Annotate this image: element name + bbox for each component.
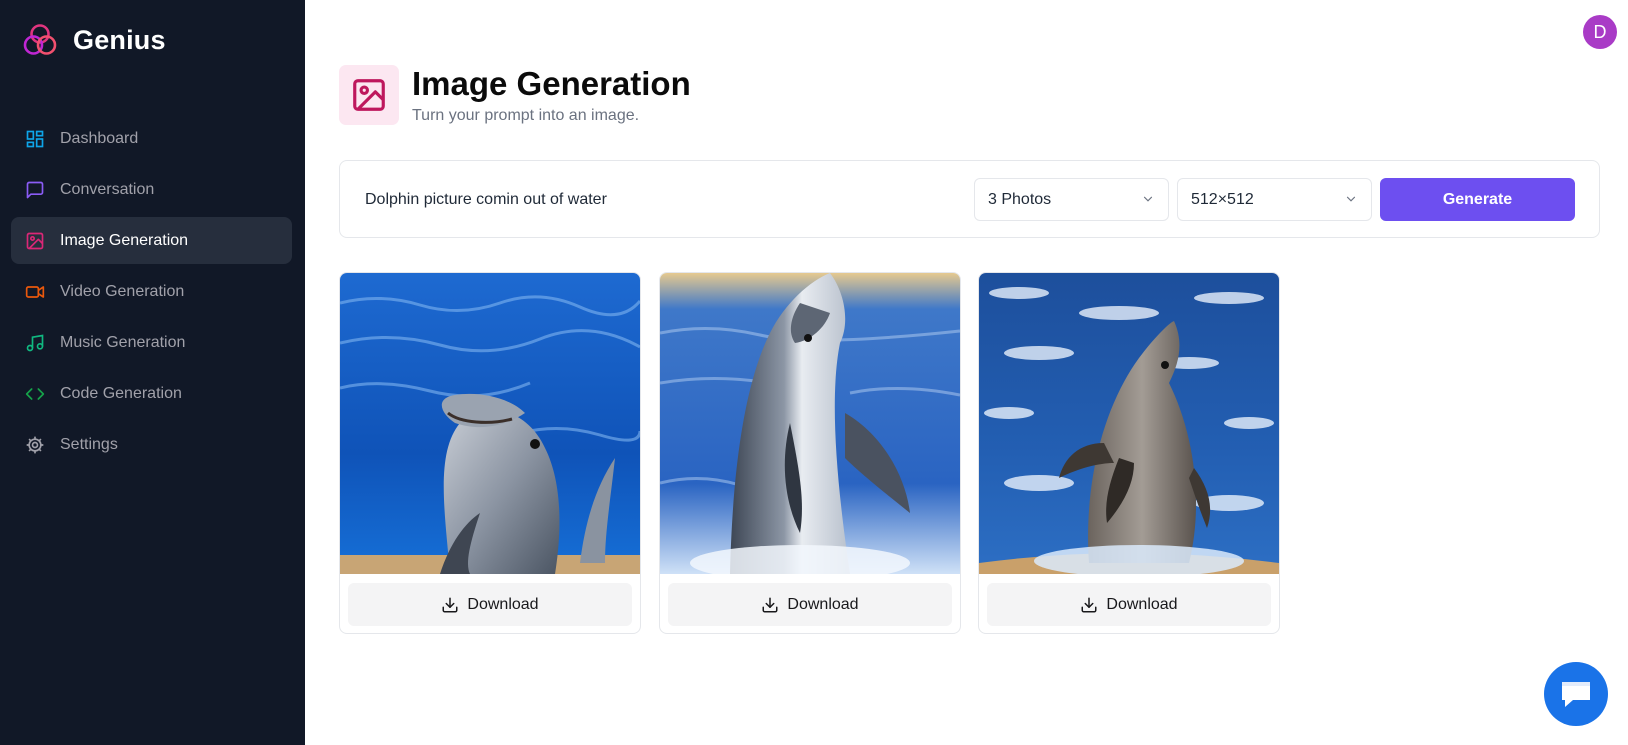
generated-image	[979, 273, 1279, 574]
page-title: Image Generation	[412, 65, 691, 102]
page-heading: Image Generation Turn your prompt into a…	[339, 65, 691, 125]
sidebar: Genius Dashboard Conversation Image Gene…	[0, 0, 305, 745]
support-chat-button[interactable]	[1544, 662, 1608, 726]
page-subtitle: Turn your prompt into an image.	[412, 107, 640, 124]
resolution-select-value: 512×512	[1191, 190, 1254, 208]
download-icon	[1081, 597, 1097, 612]
download-icon	[442, 597, 458, 612]
image-card: Download	[978, 272, 1280, 634]
sidebar-item-label: Conversation	[60, 180, 155, 198]
sidebar-item-label: Code Generation	[60, 384, 182, 402]
sidebar-item-video-generation[interactable]: Video Generation	[11, 268, 292, 315]
sidebar-item-label: Image Generation	[60, 231, 189, 249]
genius-logo-icon	[23, 24, 57, 55]
image-card: Download	[339, 272, 641, 634]
sidebar-item-settings[interactable]: Settings	[11, 421, 292, 468]
download-button[interactable]: Download	[668, 583, 952, 626]
gear-icon	[24, 434, 46, 456]
download-label: Download	[467, 595, 539, 613]
sidebar-item-label: Music Generation	[60, 333, 186, 351]
music-icon	[24, 332, 46, 354]
video-icon	[24, 281, 46, 303]
amount-select[interactable]: 3 Photos	[974, 178, 1169, 221]
generated-image	[340, 273, 640, 574]
message-square-icon	[24, 179, 46, 201]
amount-select-value: 3 Photos	[988, 190, 1052, 208]
brand[interactable]: Genius	[22, 22, 166, 58]
resolution-select[interactable]: 512×512	[1177, 178, 1372, 221]
sidebar-item-music-generation[interactable]: Music Generation	[11, 319, 292, 366]
download-button[interactable]: Download	[348, 583, 632, 626]
chevron-down-icon	[1143, 196, 1153, 202]
image-card: Download	[659, 272, 961, 634]
chevron-down-icon	[1346, 196, 1356, 202]
image-icon	[24, 230, 46, 252]
sidebar-item-dashboard[interactable]: Dashboard	[11, 115, 292, 162]
sidebar-item-code-generation[interactable]: Code Generation	[11, 370, 292, 417]
download-label: Download	[787, 595, 859, 613]
generate-button[interactable]: Generate	[1380, 178, 1575, 221]
sidebar-item-label: Dashboard	[60, 129, 139, 147]
sidebar-nav: Dashboard Conversation Image Generation …	[11, 115, 292, 472]
generated-image	[660, 273, 960, 574]
prompt-form: Dolphin picture comin out of water 3 Pho…	[339, 160, 1600, 238]
code-icon	[24, 383, 46, 405]
image-icon	[339, 65, 399, 125]
sidebar-item-label: Settings	[60, 435, 118, 453]
sidebar-item-label: Video Generation	[60, 282, 185, 300]
download-icon	[762, 597, 778, 612]
dashboard-icon	[24, 128, 46, 150]
user-avatar[interactable]: D	[1583, 15, 1617, 49]
app-name: Genius	[73, 24, 166, 55]
download-button[interactable]: Download	[987, 583, 1271, 626]
prompt-input[interactable]: Dolphin picture comin out of water	[365, 191, 607, 209]
chat-bubble-icon	[1562, 682, 1590, 707]
sidebar-item-image-generation[interactable]: Image Generation	[11, 217, 292, 264]
download-label: Download	[1106, 595, 1178, 613]
sidebar-item-conversation[interactable]: Conversation	[11, 166, 292, 213]
